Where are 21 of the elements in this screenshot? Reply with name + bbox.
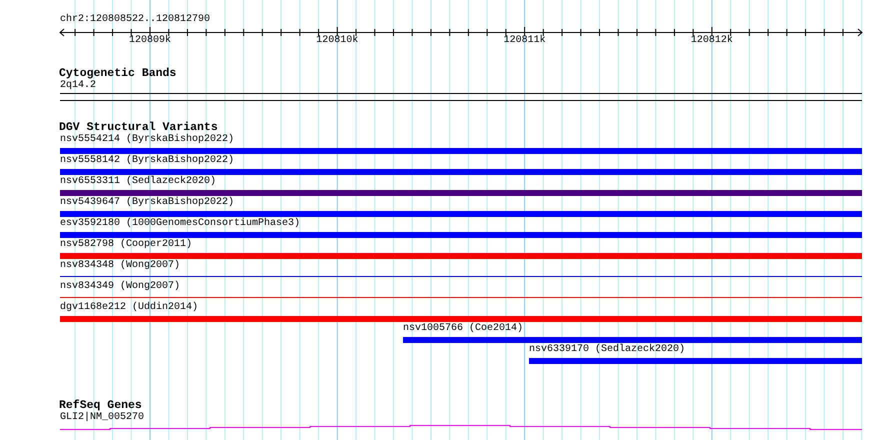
track-title: Cytogenetic Bands (59, 67, 176, 80)
gene-label: GLI2|NM_005270 (60, 412, 144, 424)
tick-label: 120809k (129, 35, 171, 47)
location-label: chr2:120808522..120812790 (60, 14, 210, 26)
track-title: RefSeq Genes (59, 399, 142, 412)
variant-label: nsv5554214 (ByrskaBishop2022) (60, 134, 234, 146)
band-label: 2q14.2 (60, 80, 96, 92)
tick-label: 120810k (316, 35, 358, 47)
variant-label: nsv1005766 (Coe2014) (403, 323, 524, 335)
tick-label: 120812k (690, 35, 733, 47)
variant-label: nsv834349 (Wong2007) (60, 281, 180, 293)
variant-label: nsv6339170 (Sedlazeck2020) (529, 344, 686, 356)
tick-label: 120811k (504, 35, 546, 47)
variant-label: nsv834348 (Wong2007) (60, 260, 180, 272)
variant-label: nsv5558142 (ByrskaBishop2022) (60, 155, 234, 167)
variant-label: dgv1168e212 (Uddin2014) (60, 302, 198, 314)
variant-label: nsv5439647 (ByrskaBishop2022) (60, 197, 234, 209)
variant-label: nsv6553311 (Sedlazeck2020) (60, 176, 216, 188)
variant-label: esv3592180 (1000GenomesConsortiumPhase3) (60, 218, 300, 230)
track-title: DGV Structural Variants (59, 121, 218, 134)
variant-label: nsv582798 (Cooper2011) (60, 239, 192, 251)
